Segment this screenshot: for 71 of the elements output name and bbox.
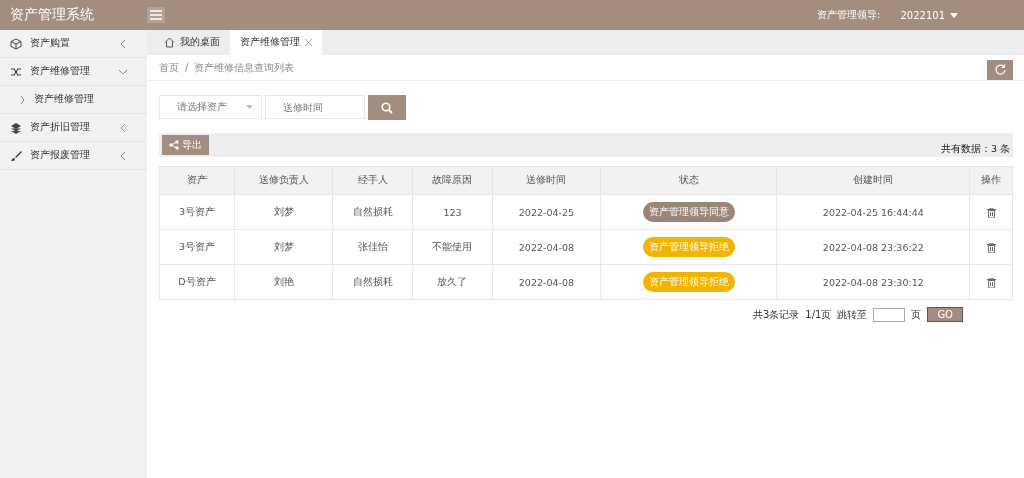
total-count: 共有数据：3 条 — [940, 142, 1010, 156]
table-cell: 2022-04-08 — [492, 264, 601, 300]
caret-icon — [950, 12, 958, 18]
table-cell: 自然损耗 — [332, 264, 413, 300]
column-header: 状态 — [600, 166, 777, 195]
brush-icon — [10, 149, 22, 162]
table-cell: 刘梦 — [234, 194, 333, 230]
column-header: 操作 — [969, 166, 1013, 195]
asset-select[interactable]: 请选择资产 — [159, 95, 262, 119]
tab[interactable]: 我的桌面 — [154, 30, 230, 55]
table-cell: 2022-04-08 23:30:12 — [776, 264, 970, 300]
app-title: 资产管理系统 — [9, 6, 95, 24]
table-cell: 刘艳 — [234, 264, 333, 300]
sidebar-item[interactable]: 资产维修管理 — [0, 58, 147, 86]
breadcrumb-item: 资产维修信息查询列表 — [194, 60, 295, 75]
jump-label: 跳转至 — [837, 307, 868, 322]
caret-icon — [246, 105, 253, 109]
table-cell: 刘梦 — [234, 229, 333, 265]
chevron-left-icon — [119, 123, 127, 132]
table-cell: 3号资产 — [159, 229, 235, 265]
search-icon — [381, 101, 393, 114]
table-cell: 2022-04-08 23:36:22 — [776, 229, 970, 265]
date-field[interactable]: 送修时间 — [265, 95, 365, 119]
share-icon — [169, 140, 179, 150]
table-cell: 不能使用 — [412, 229, 493, 265]
column-header: 送修负责人 — [234, 166, 333, 195]
breadcrumb-item[interactable]: 首页 — [159, 60, 179, 75]
trash-icon[interactable] — [986, 207, 996, 218]
table-cell: D号资产 — [159, 264, 235, 300]
tab[interactable]: 资产维修管理 — [230, 30, 322, 55]
sidebar-item[interactable]: 资产报废管理 — [0, 142, 147, 170]
chevron-left-icon — [119, 151, 127, 160]
column-header: 故障原因 — [412, 166, 493, 195]
table-cell: 2022-04-25 — [492, 194, 601, 230]
table-cell: 张佳怡 — [332, 229, 413, 265]
table-cell: 3号资产 — [159, 194, 235, 230]
table-cell: 自然损耗 — [332, 194, 413, 230]
status-badge: 资产管理领导拒绝 — [642, 237, 735, 257]
status-badge: 资产管理领导同意 — [642, 202, 735, 222]
trash-icon[interactable] — [986, 242, 996, 253]
table-cell: 2022-04-25 16:44:44 — [776, 194, 970, 230]
record-count: 共3条记录 — [752, 307, 800, 322]
column-header: 创建时间 — [776, 166, 970, 195]
user-role: 资产管理领导: — [817, 8, 881, 22]
chevron-down-icon — [119, 67, 127, 76]
status-badge: 资产管理领导拒绝 — [642, 272, 735, 292]
column-header: 送修时间 — [492, 166, 601, 195]
refresh-icon — [994, 64, 1006, 75]
page-count: 1/1页 — [805, 307, 832, 322]
chevron-left-icon — [119, 39, 127, 48]
table-cell: 放久了 — [412, 264, 493, 300]
layers-icon — [10, 121, 22, 134]
table-cell: 123 — [412, 194, 493, 230]
page-unit: 页 — [911, 307, 922, 322]
menu-icon — [150, 10, 162, 20]
table-cell: 2022-04-08 — [492, 229, 601, 265]
refresh-button[interactable] — [987, 59, 1013, 80]
trash-icon[interactable] — [986, 277, 996, 288]
close-icon[interactable] — [305, 39, 312, 46]
menu-button[interactable] — [147, 7, 165, 23]
search-button[interactable] — [368, 95, 406, 120]
page-input[interactable] — [873, 307, 906, 322]
home-icon — [164, 37, 175, 48]
cube-icon — [10, 37, 22, 50]
breadcrumb-separator: / — [185, 62, 189, 73]
chevron-right-icon — [20, 95, 25, 104]
column-header: 资产 — [159, 166, 235, 195]
sidebar-item[interactable]: 资产折旧管理 — [0, 114, 147, 142]
column-header: 经手人 — [332, 166, 413, 195]
shuffle-icon — [10, 65, 22, 78]
sidebar-subitem[interactable]: 资产维修管理 — [0, 86, 147, 114]
